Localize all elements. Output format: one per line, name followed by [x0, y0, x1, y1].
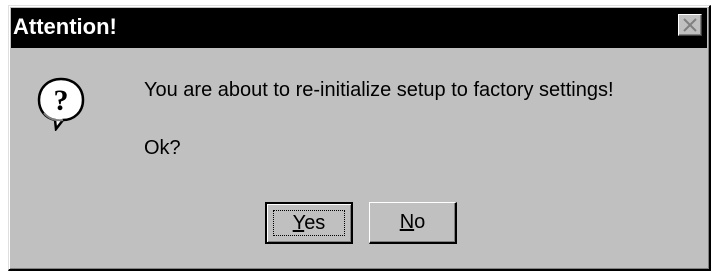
no-button[interactable]: No	[369, 202, 457, 244]
yes-label-rest: es	[304, 212, 326, 234]
close-icon	[683, 18, 697, 32]
question-icon: ?	[37, 77, 85, 131]
svg-text:?: ?	[54, 84, 69, 117]
yes-mnemonic: Y	[292, 212, 305, 234]
title-bar[interactable]: Attention!	[11, 8, 707, 48]
yes-button-label: Yes	[267, 205, 351, 241]
message-text: You are about to re-initialize setup to …	[144, 79, 614, 101]
close-button[interactable]	[678, 14, 702, 36]
attention-dialog: Attention! ? You are about to re-initial…	[8, 5, 711, 271]
dialog-title: Attention!	[13, 14, 117, 39]
prompt-text: Ok?	[144, 137, 181, 159]
yes-button[interactable]: Yes	[265, 202, 353, 244]
no-mnemonic: N	[399, 211, 415, 233]
no-label-rest: o	[414, 211, 426, 233]
